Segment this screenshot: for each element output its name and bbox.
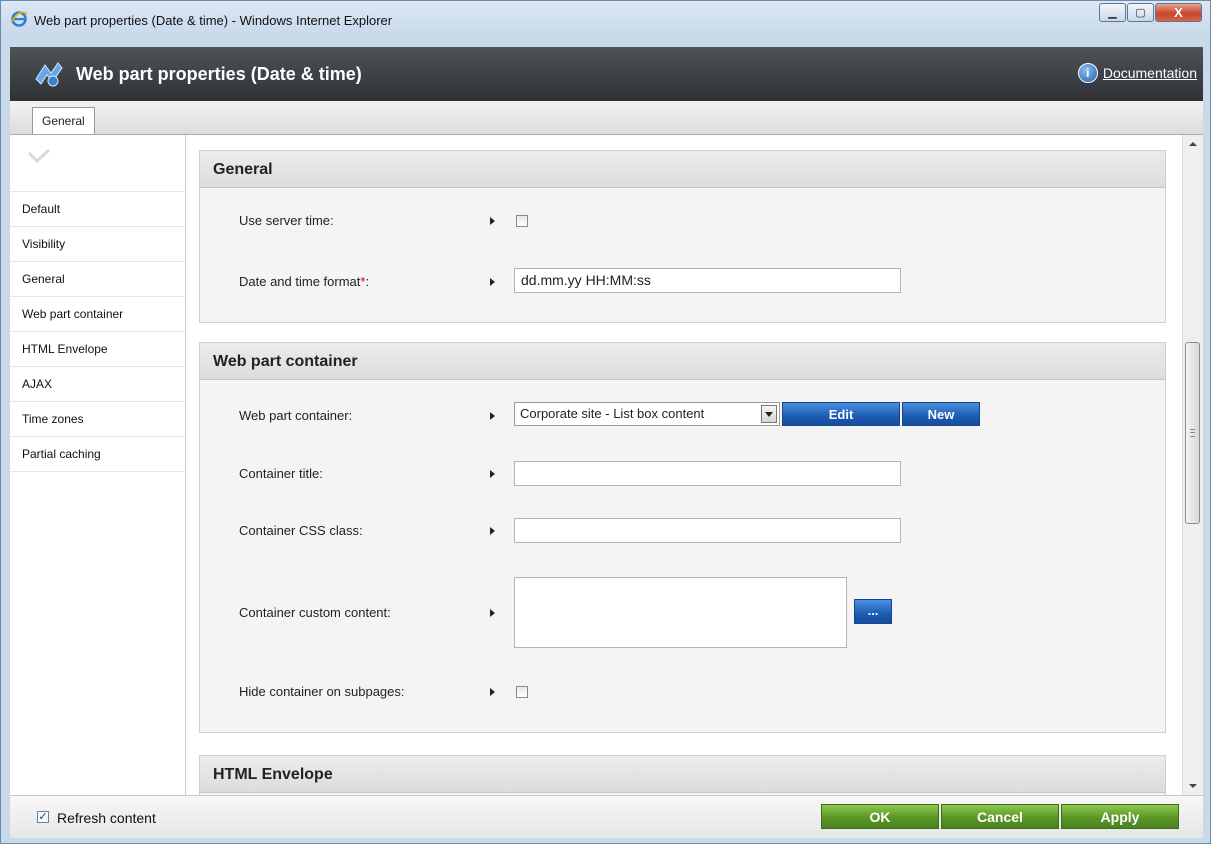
container-title-label: Container title: [239, 466, 323, 481]
help-arrow-icon[interactable] [490, 527, 495, 535]
general-section: General Use server time: Date and time f… [199, 150, 1166, 323]
collapse-chevron-icon[interactable] [28, 149, 50, 165]
tab-bar: General [10, 101, 1203, 135]
window-title: Web part properties (Date & time) - Wind… [34, 13, 393, 28]
refresh-content-checkbox[interactable]: ✓ [37, 811, 49, 823]
container-custom-content-textarea[interactable] [514, 577, 847, 648]
maximize-button[interactable]: ▢ [1127, 3, 1154, 22]
minimize-button[interactable]: ▁ [1099, 3, 1126, 22]
use-server-time-label: Use server time: [239, 213, 334, 228]
window-controls: ▁ ▢ X [1098, 3, 1202, 24]
html-envelope-section: HTML Envelope [199, 755, 1166, 795]
help-arrow-icon[interactable] [490, 688, 495, 696]
scroll-up-icon[interactable] [1183, 135, 1203, 152]
hide-on-subpages-checkbox[interactable] [516, 686, 528, 698]
sidebar-item-visibility[interactable]: Visibility [10, 226, 185, 261]
vertical-scrollbar[interactable] [1182, 135, 1203, 795]
dropdown-arrow-icon[interactable] [761, 405, 777, 423]
help-arrow-icon[interactable] [490, 412, 495, 420]
help-arrow-icon[interactable] [490, 470, 495, 478]
sidebar-item-ajax[interactable]: AJAX [10, 366, 185, 401]
browser-window: Web part properties (Date & time) - Wind… [0, 0, 1211, 844]
sidebar-item-web-part-container[interactable]: Web part container [10, 296, 185, 331]
help-arrow-icon[interactable] [490, 217, 495, 225]
sidebar-item-general[interactable]: General [10, 261, 185, 296]
section-title: Web part container [200, 343, 1165, 380]
properties-content: General Use server time: Date and time f… [186, 135, 1182, 795]
ok-button[interactable]: OK [821, 804, 939, 829]
container-css-class-label: Container CSS class: [239, 523, 363, 538]
scroll-down-icon[interactable] [1183, 778, 1203, 795]
use-server-time-checkbox[interactable] [516, 215, 528, 227]
sidebar-item-html-envelope[interactable]: HTML Envelope [10, 331, 185, 366]
web-part-container-select[interactable]: Corporate site - List box content [514, 402, 780, 426]
help-arrow-icon[interactable] [490, 609, 495, 617]
info-icon: i [1077, 63, 1098, 83]
grip-icon [1190, 429, 1195, 437]
page-title: Web part properties (Date & time) [76, 64, 362, 84]
app-header: Web part properties (Date & time) i Docu… [10, 47, 1203, 101]
section-title: General [200, 151, 1165, 188]
dialog-footer: ✓ Refresh content OK Cancel Apply [10, 795, 1203, 838]
web-part-container-section: Web part container Web part container: C… [199, 342, 1166, 733]
internet-explorer-icon [10, 11, 28, 27]
sidebar: Default Visibility General Web part cont… [10, 135, 186, 795]
tab-general[interactable]: General [32, 107, 95, 134]
documentation-label[interactable]: Documentation [1103, 65, 1197, 81]
edit-button[interactable]: Edit [782, 402, 900, 426]
window-titlebar[interactable]: Web part properties (Date & time) - Wind… [1, 1, 1210, 41]
sidebar-item-default[interactable]: Default [10, 191, 185, 226]
apply-button[interactable]: Apply [1061, 804, 1179, 829]
documentation-link[interactable]: i Documentation [1077, 63, 1197, 83]
ellipsis-button[interactable]: ... [854, 599, 892, 624]
hide-on-subpages-label: Hide container on subpages: [239, 684, 405, 699]
refresh-content-label[interactable]: Refresh content [57, 810, 156, 826]
container-css-class-input[interactable] [514, 518, 901, 543]
date-time-format-input[interactable]: dd.mm.yy HH:MM:ss [514, 268, 901, 293]
sidebar-item-time-zones[interactable]: Time zones [10, 401, 185, 436]
section-title: HTML Envelope [200, 756, 1165, 793]
help-arrow-icon[interactable] [490, 278, 495, 286]
web-part-container-label: Web part container: [239, 408, 353, 423]
sidebar-list: Default Visibility General Web part cont… [10, 191, 185, 472]
sidebar-item-partial-caching[interactable]: Partial caching [10, 436, 185, 472]
selected-container: Corporate site - List box content [520, 406, 705, 421]
container-custom-content-label: Container custom content: [239, 605, 391, 620]
close-button[interactable]: X [1155, 3, 1202, 22]
new-button[interactable]: New [902, 402, 980, 426]
cancel-button[interactable]: Cancel [941, 804, 1059, 829]
date-time-format-label: Date and time format*: [239, 274, 370, 289]
web-part-icon [35, 62, 63, 87]
scroll-thumb[interactable] [1185, 342, 1200, 524]
container-title-input[interactable] [514, 461, 901, 486]
